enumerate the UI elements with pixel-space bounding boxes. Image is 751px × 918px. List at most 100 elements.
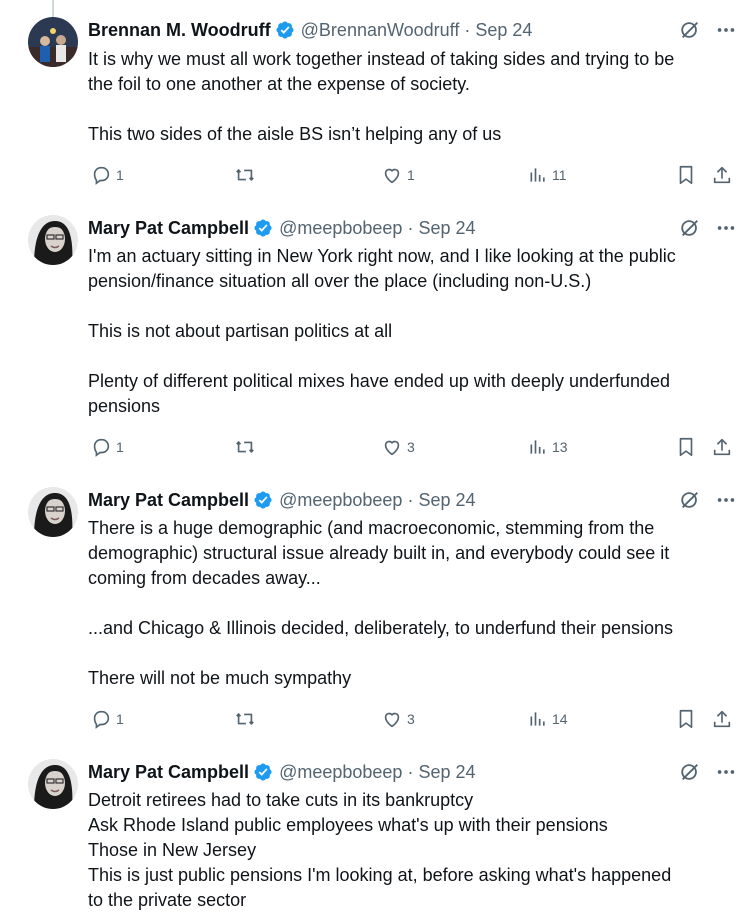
reply-icon: [93, 710, 110, 729]
text-line: the foil to one another at the expense o…: [88, 74, 470, 94]
tweet-text: I'm an actuary sitting in New York right…: [88, 244, 733, 419]
author-handle[interactable]: @BrennanWoodruff: [301, 20, 460, 41]
reply-button[interactable]: 1: [90, 435, 124, 459]
text-line: This two sides of the aisle BS isn’t hel…: [88, 124, 502, 144]
timestamp[interactable]: Sep 24: [475, 20, 532, 41]
views-icon: [530, 168, 545, 182]
retweet-icon: [236, 169, 254, 181]
like-button[interactable]: 3: [381, 435, 415, 459]
grok-icon[interactable]: [679, 761, 701, 783]
views-button[interactable]: 11: [528, 163, 567, 187]
author-name[interactable]: Brennan M. Woodruff: [88, 20, 271, 41]
like-icon: [384, 168, 400, 184]
reply-icon: [93, 166, 110, 185]
bookmark-button[interactable]: [675, 707, 697, 731]
share-icon: [713, 710, 731, 728]
retweet-icon: [236, 713, 254, 725]
timestamp[interactable]: Sep 24: [418, 762, 475, 783]
verified-badge-icon: [276, 21, 294, 39]
author-name[interactable]: Mary Pat Campbell: [88, 762, 249, 783]
retweet-button[interactable]: [233, 163, 257, 187]
share-button[interactable]: [711, 163, 733, 187]
tweet-text: It is why we must all work together inst…: [88, 47, 733, 147]
more-icon[interactable]: [715, 19, 737, 41]
more-icon[interactable]: [715, 489, 737, 511]
separator-dot: ·: [407, 217, 414, 238]
views-count: 13: [552, 439, 568, 455]
tweet[interactable]: Brennan M. Woodruff @BrennanWoodruff · S…: [0, 17, 751, 197]
like-icon: [384, 440, 400, 456]
separator-dot: ·: [407, 761, 414, 782]
reply-count: 1: [116, 439, 124, 455]
tweet[interactable]: Mary Pat Campbell @meepbobeep · Sep 24 D…: [0, 759, 751, 918]
separator-dot: ·: [407, 489, 414, 510]
views-count: 11: [552, 167, 567, 183]
like-button[interactable]: 3: [381, 707, 415, 731]
bookmark-icon: [679, 709, 693, 729]
verified-badge-icon: [254, 491, 272, 509]
text-line: This is not about partisan politics at a…: [88, 321, 393, 341]
share-icon: [713, 166, 731, 184]
text-line: Plenty of different political mixes have…: [88, 371, 671, 391]
avatar[interactable]: [28, 759, 78, 809]
verified-badge-icon: [254, 763, 272, 781]
grok-icon[interactable]: [679, 489, 701, 511]
reply-button[interactable]: 1: [90, 163, 124, 187]
bookmark-icon: [679, 437, 693, 457]
author-name[interactable]: Mary Pat Campbell: [88, 218, 249, 239]
like-count: 3: [407, 711, 415, 727]
grok-icon[interactable]: [679, 19, 701, 41]
reply-icon: [93, 438, 110, 457]
text-line: coming from decades away...: [88, 568, 321, 588]
share-button[interactable]: [711, 435, 733, 459]
views-icon: [530, 712, 545, 726]
avatar[interactable]: [28, 17, 78, 67]
avatar[interactable]: [28, 215, 78, 265]
bookmark-button[interactable]: [675, 163, 697, 187]
bookmark-icon: [679, 165, 693, 185]
like-icon: [384, 712, 400, 728]
like-button[interactable]: 1: [381, 163, 415, 187]
text-line: demographic) structural issue already bu…: [88, 543, 670, 563]
timestamp[interactable]: Sep 24: [418, 490, 475, 511]
tweet[interactable]: Mary Pat Campbell @meepbobeep · Sep 24 T…: [0, 487, 751, 747]
tweet[interactable]: Mary Pat Campbell @meepbobeep · Sep 24 I…: [0, 215, 751, 475]
text-line: pensions: [88, 396, 161, 416]
author-handle[interactable]: @meepbobeep: [279, 490, 402, 511]
share-icon: [713, 438, 731, 456]
author-handle[interactable]: @meepbobeep: [279, 762, 402, 783]
reply-count: 1: [116, 711, 124, 727]
reply-button[interactable]: 1: [90, 707, 124, 731]
action-bar: 1 3 14: [88, 707, 738, 731]
text-line: There is a huge demographic (and macroec…: [88, 518, 655, 538]
avatar[interactable]: [28, 487, 78, 537]
reply-count: 1: [116, 167, 124, 183]
action-bar: 1 1 11: [88, 163, 738, 187]
grok-icon[interactable]: [679, 217, 701, 239]
views-icon: [530, 440, 545, 454]
separator-dot: ·: [464, 19, 471, 40]
timestamp[interactable]: Sep 24: [418, 218, 475, 239]
text-line: Those in New Jersey: [88, 840, 257, 860]
text-line: Detroit retirees had to take cuts in its…: [88, 790, 474, 810]
action-bar: 1 3 13: [88, 435, 738, 459]
bookmark-button[interactable]: [675, 435, 697, 459]
text-line: I'm an actuary sitting in New York right…: [88, 246, 676, 266]
text-line: to the private sector: [88, 890, 247, 910]
text-line: This is just public pensions I'm looking…: [88, 865, 672, 885]
verified-badge-icon: [254, 219, 272, 237]
views-button[interactable]: 13: [528, 435, 568, 459]
text-line: pension/finance situation all over the p…: [88, 271, 592, 291]
text-line: There will not be much sympathy: [88, 668, 352, 688]
more-icon[interactable]: [715, 761, 737, 783]
more-icon[interactable]: [715, 217, 737, 239]
text-line: Ask Rhode Island public employees what's…: [88, 815, 608, 835]
retweet-button[interactable]: [233, 435, 257, 459]
tweet-text: Detroit retirees had to take cuts in its…: [88, 788, 733, 913]
author-handle[interactable]: @meepbobeep: [279, 218, 402, 239]
share-button[interactable]: [711, 707, 733, 731]
views-button[interactable]: 14: [528, 707, 568, 731]
tweet-text: There is a huge demographic (and macroec…: [88, 516, 733, 691]
retweet-button[interactable]: [233, 707, 257, 731]
author-name[interactable]: Mary Pat Campbell: [88, 490, 249, 511]
